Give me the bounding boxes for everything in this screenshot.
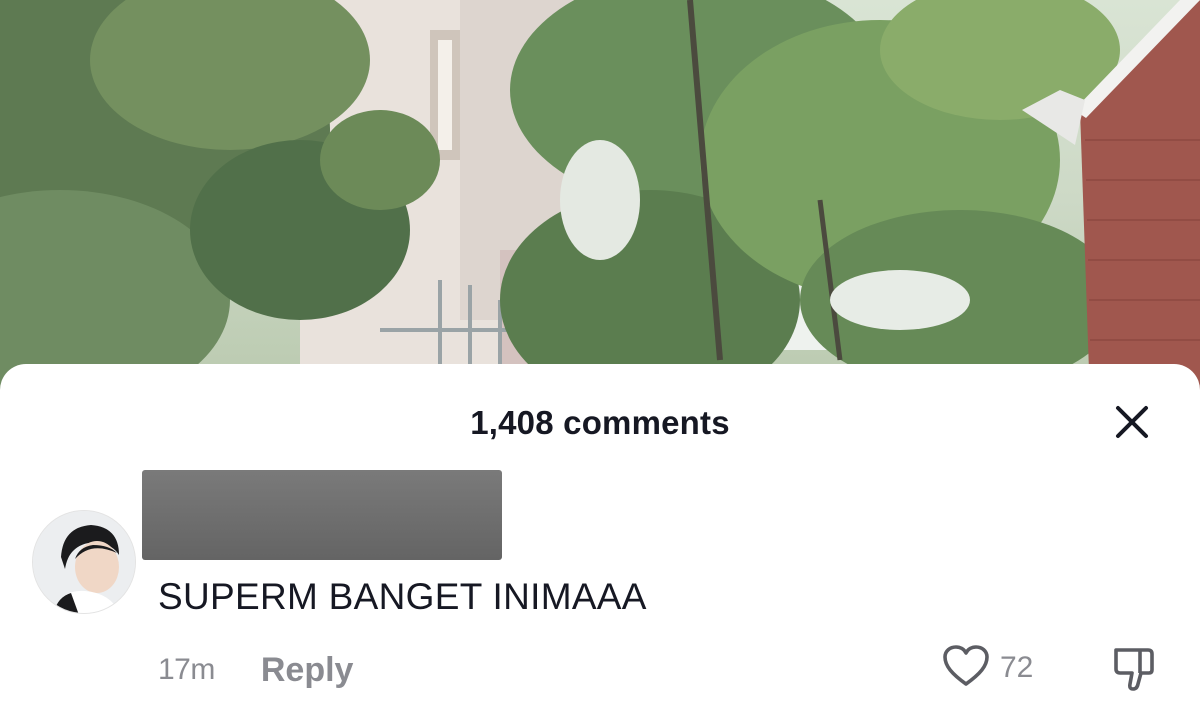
comments-sheet: 1,408 comments SUPERM BANGET INIMAAA 17m… (0, 364, 1200, 716)
like-count: 72 (1000, 651, 1034, 684)
video-background (0, 0, 1200, 400)
comment-text: SUPERM BANGET INIMAAA (158, 576, 647, 617)
thumbs-down-icon[interactable] (1108, 644, 1158, 694)
comment-time: 17m (158, 653, 215, 686)
comments-count-title: 1,408 comments (470, 404, 730, 441)
comment-meta: 17m Reply (158, 650, 353, 690)
avatar[interactable] (32, 510, 136, 614)
reply-button[interactable]: Reply (261, 651, 354, 690)
close-icon[interactable] (1112, 402, 1152, 442)
heart-icon[interactable] (942, 644, 990, 693)
like-button[interactable]: 72 (942, 644, 1034, 693)
username-redacted (142, 470, 502, 560)
